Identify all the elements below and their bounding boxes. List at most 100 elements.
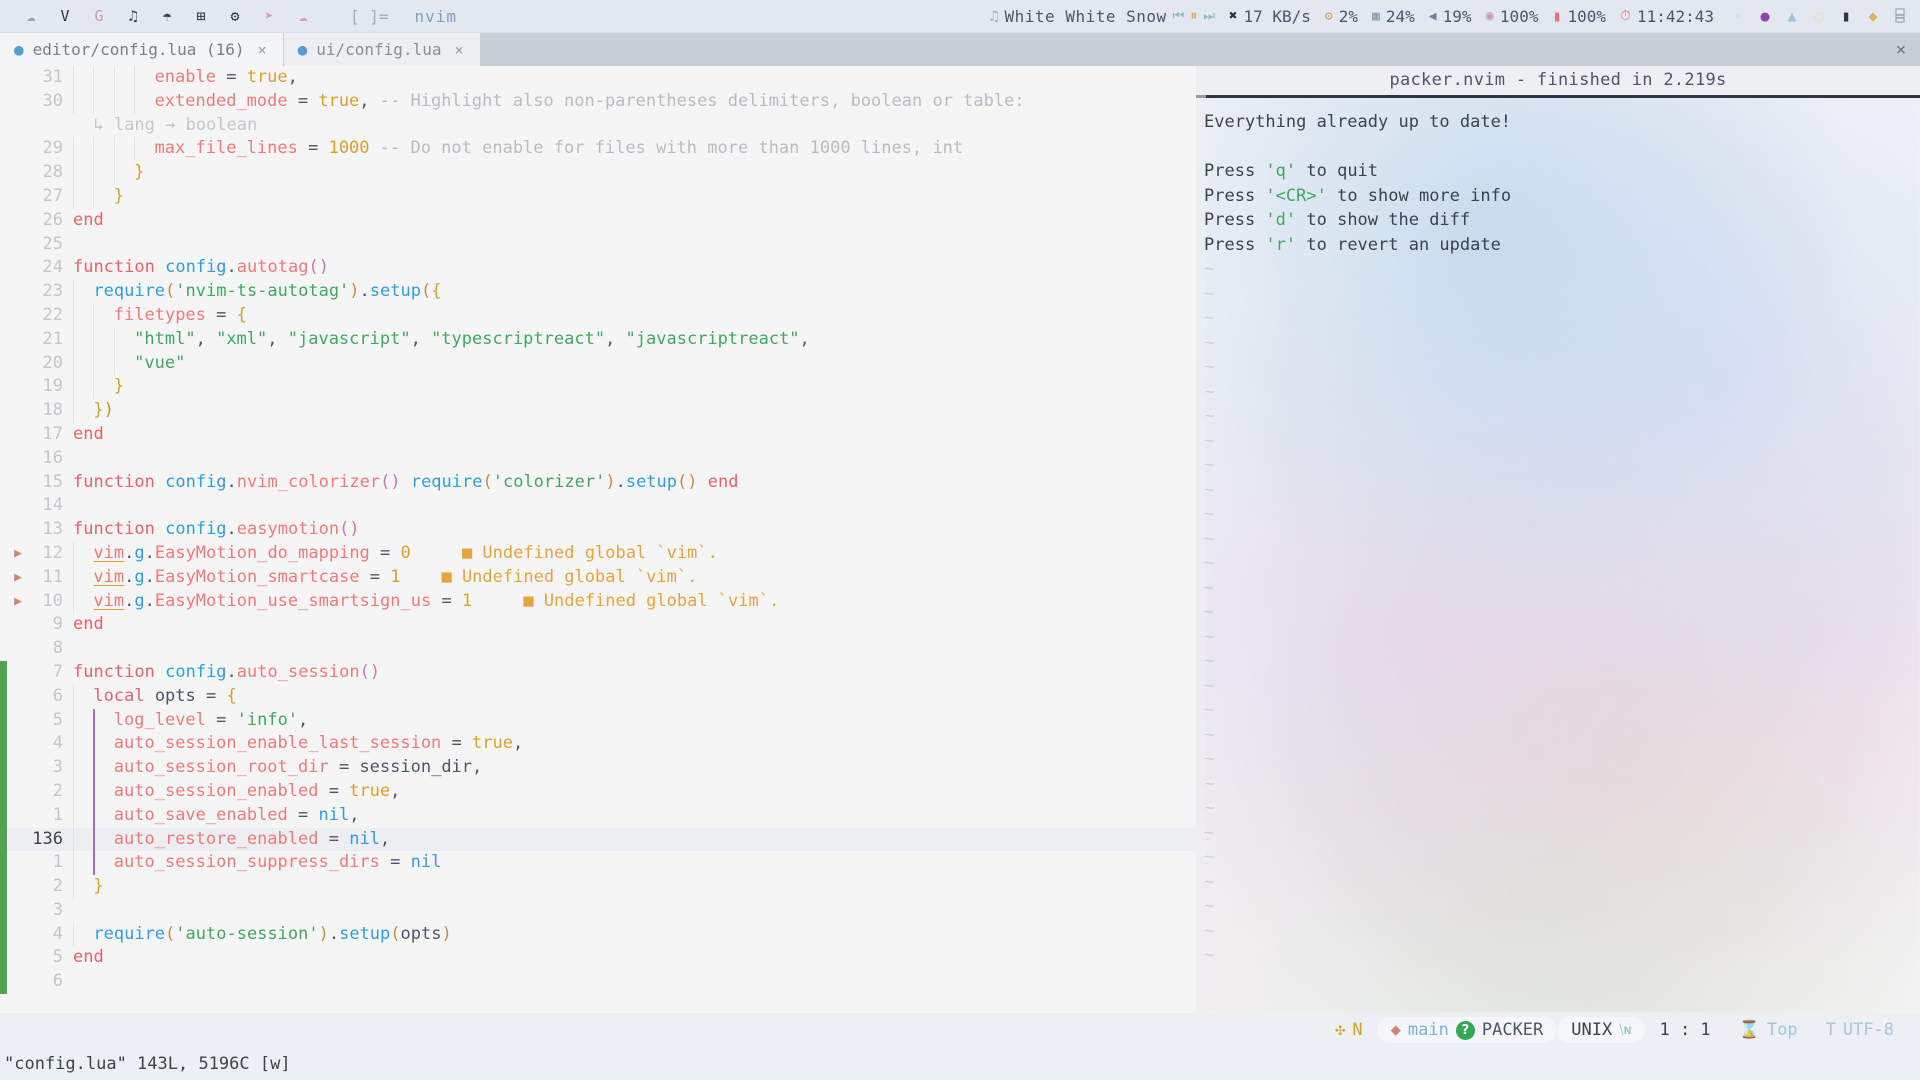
git-sign-column [0, 566, 7, 590]
music-widget[interactable]: ♫ White White Snow ⏮ ⏸ ⏭ [989, 7, 1215, 26]
code-line[interactable]: 3 [0, 899, 1196, 923]
code-line[interactable]: 31enable = true, [0, 66, 1196, 90]
code-text: function config.nvim_colorizer() require… [73, 471, 1196, 495]
tab-close-icon[interactable]: × [258, 41, 267, 59]
line-number: 2 [29, 780, 73, 804]
code-token: setup [626, 472, 677, 492]
packer-status-pane[interactable]: packer.nvim - finished in 2.219s Everyth… [1196, 66, 1920, 1013]
code-line[interactable]: 2} [0, 875, 1196, 899]
indent-guide [73, 732, 93, 756]
code-line[interactable]: ▶12vim.g.EasyMotion_do_mapping = 0 ■ Und… [0, 542, 1196, 566]
code-line[interactable]: 17end [0, 423, 1196, 447]
gear-icon[interactable]: ⚙ [218, 0, 252, 33]
cloud-download-icon[interactable]: ☁ [286, 0, 320, 33]
code-line[interactable]: 136auto_restore_enabled = nil, [0, 828, 1196, 852]
tab-ui-config-lua[interactable]: ● ui/config.lua × [284, 33, 481, 66]
close-all-tabs-button[interactable]: × [1882, 33, 1920, 66]
code-line[interactable]: 6local opts = { [0, 685, 1196, 709]
line-number: 6 [29, 685, 73, 709]
firefox-tray-icon[interactable]: ● [1755, 6, 1775, 26]
line-ending-icon: ⧹ɴ [1619, 1023, 1631, 1038]
code-line[interactable]: 2auto_session_enabled = true, [0, 780, 1196, 804]
code-line[interactable]: ↳ lang → boolean [0, 114, 1196, 138]
code-line[interactable]: 24function config.autotag() [0, 256, 1196, 280]
windows-icon[interactable]: ⊞ [184, 0, 218, 33]
line-number: 21 [29, 328, 73, 352]
indent-guide [73, 161, 93, 185]
indent-guides [73, 590, 93, 614]
topbar-app-tray: ☁VG♫☂⊞⚙➤☁ [0, 0, 320, 33]
status-branch[interactable]: ◆ main ? PACKER [1377, 1017, 1558, 1043]
code-token: , [380, 829, 390, 849]
code-line[interactable]: 8 [0, 637, 1196, 661]
tab-close-icon[interactable]: × [454, 41, 463, 59]
empty-line-marker: ~ [1204, 527, 1920, 552]
code-line[interactable]: 9end [0, 613, 1196, 637]
arch-logo-icon[interactable]: ☁ [14, 0, 48, 33]
code-line[interactable]: 15function config.nvim_colorizer() requi… [0, 471, 1196, 495]
cpu-value: 2% [1339, 7, 1358, 26]
vim-icon[interactable]: V [48, 0, 82, 33]
package-tray-icon[interactable]: ◆ [1863, 6, 1883, 26]
code-line[interactable]: ▶11vim.g.EasyMotion_smartcase = 1 ■ Unde… [0, 566, 1196, 590]
line-number: 4 [29, 732, 73, 756]
code-line[interactable]: 14 [0, 494, 1196, 518]
code-line[interactable]: 26end [0, 209, 1196, 233]
code-line[interactable]: 20"vue" [0, 352, 1196, 376]
code-token: ( [165, 281, 175, 301]
code-line[interactable]: 4require('auto-session').setup(opts) [0, 923, 1196, 947]
indent-guide [73, 304, 93, 328]
code-line[interactable]: 30extended_mode = true, -- Highlight als… [0, 90, 1196, 114]
code-token: 'auto-session' [175, 924, 318, 944]
code-line[interactable]: 1auto_session_suppress_dirs = nil [0, 851, 1196, 875]
code-line[interactable]: 3auto_session_root_dir = session_dir, [0, 756, 1196, 780]
network-tray-icon[interactable]: ▲ [1782, 6, 1802, 26]
empty-line-marker: ~ [1204, 453, 1920, 478]
mode-label: N [1352, 1020, 1362, 1040]
code-line[interactable]: 4auto_session_enable_last_session = true… [0, 732, 1196, 756]
volume-widget[interactable]: ◀ 19% [1429, 7, 1472, 26]
music-next-icon[interactable]: ⏭ [1203, 9, 1215, 24]
telegram-tray-icon[interactable]: ➤ [1728, 6, 1748, 26]
music-note-icon[interactable]: ♫ [116, 0, 150, 33]
empty-line-marker: ~ [1204, 894, 1920, 919]
command-line[interactable]: "config.lua" 143L, 5196C [w] [0, 1047, 1920, 1080]
code-line[interactable]: 5end [0, 946, 1196, 970]
code-line[interactable]: 21"html", "xml", "javascript", "typescri… [0, 328, 1196, 352]
code-line[interactable]: 16 [0, 447, 1196, 471]
workspace-name[interactable]: nvim [415, 7, 458, 26]
code-editor-pane[interactable]: 31enable = true,30extended_mode = true, … [0, 66, 1196, 1013]
diagnostic-sign-icon: ▶ [7, 542, 29, 566]
bulb-tray-icon[interactable]: ○ [1809, 6, 1829, 26]
git-sign-column [0, 66, 7, 90]
code-line[interactable]: 27} [0, 185, 1196, 209]
code-line[interactable]: 13function config.easymotion() [0, 518, 1196, 542]
keyboard-tray-icon[interactable]: ⌸ [1890, 6, 1910, 26]
telegram-icon[interactable]: ➤ [252, 0, 286, 33]
layout-indicator[interactable]: [ ]= [350, 7, 389, 26]
code-line[interactable]: 28} [0, 161, 1196, 185]
code-line[interactable]: 19} [0, 375, 1196, 399]
music-prev-icon[interactable]: ⏮ [1173, 9, 1185, 24]
code-line[interactable]: 18}) [0, 399, 1196, 423]
code-token: setup [339, 924, 390, 944]
tab-editor-config-lua[interactable]: ● editor/config.lua (16) × [0, 33, 284, 66]
music-pause-icon[interactable]: ⏸ [1190, 8, 1197, 24]
steam-icon[interactable]: ☂ [150, 0, 184, 33]
code-line[interactable]: 5log_level = 'info', [0, 709, 1196, 733]
battery-tray-icon[interactable]: ▮ [1836, 6, 1856, 26]
indent-guide [93, 161, 113, 185]
code-line[interactable]: 25 [0, 233, 1196, 257]
code-line[interactable]: ▶10vim.g.EasyMotion_use_smartsign_us = 1… [0, 590, 1196, 614]
code-line[interactable]: 1auto_save_enabled = nil, [0, 804, 1196, 828]
code-token: } [114, 376, 124, 396]
google-chrome-icon[interactable]: G [82, 0, 116, 33]
code-line[interactable]: 23require('nvim-ts-autotag').setup({ [0, 280, 1196, 304]
brightness-icon: ◉ [1485, 8, 1493, 24]
code-line[interactable]: 6 [0, 970, 1196, 994]
code-line[interactable]: 22filetypes = { [0, 304, 1196, 328]
code-text: function config.autotag() [73, 256, 1196, 280]
code-line[interactable]: 29max_file_lines = 1000 -- Do not enable… [0, 137, 1196, 161]
brightness-widget[interactable]: ◉ 100% [1485, 7, 1538, 26]
code-line[interactable]: 7function config.auto_session() [0, 661, 1196, 685]
